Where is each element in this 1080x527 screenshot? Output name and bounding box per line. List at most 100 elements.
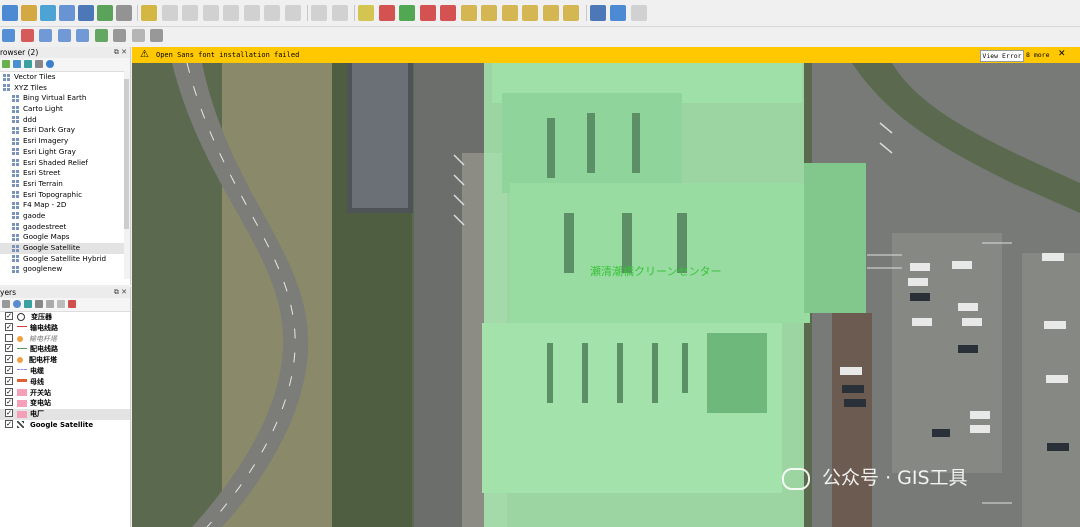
layer-item[interactable]: ✓ 配电杆塔 (0, 355, 130, 366)
layer-item[interactable]: 输电杆塔 (0, 333, 130, 345)
toolbar-tool-icon[interactable] (399, 5, 415, 21)
toolbar-tool-icon[interactable] (243, 5, 260, 21)
expression-icon[interactable] (35, 300, 43, 308)
toolbar-tool-icon[interactable] (97, 5, 113, 21)
layer-item[interactable]: ✓ 输电线路 (0, 322, 130, 334)
toolbar-tool-icon[interactable] (94, 29, 108, 42)
toolbar-tool-icon[interactable] (113, 29, 126, 42)
toolbar-tool-icon[interactable] (78, 5, 94, 21)
browser-item[interactable]: F4 Map - 2D (0, 200, 130, 211)
toolbar-tool-icon[interactable] (57, 29, 71, 42)
collapse-icon[interactable] (57, 300, 65, 308)
toolbar-tool-icon[interactable] (2, 5, 18, 21)
toolbar-tool-icon[interactable] (331, 5, 348, 21)
layer-visibility-checkbox[interactable]: ✓ (5, 419, 13, 428)
browser-item[interactable]: ddd (0, 115, 130, 126)
toolbar-tool-icon[interactable] (76, 29, 89, 42)
browser-item[interactable]: gaode (0, 211, 130, 222)
toolbar-tool-icon[interactable] (131, 29, 145, 42)
layer-item[interactable]: ✓ 电厂 (0, 409, 130, 420)
remove-layer-icon[interactable] (68, 300, 76, 308)
filter-icon[interactable] (24, 60, 32, 68)
browser-item[interactable]: Vector Tiles (0, 72, 130, 83)
toolbar-tool-icon[interactable] (40, 5, 56, 21)
add-icon[interactable] (2, 60, 10, 68)
toolbar-tool-icon[interactable] (284, 5, 301, 21)
browser-item[interactable]: Esri Terrain (0, 179, 130, 190)
eye-icon[interactable] (13, 300, 21, 308)
browser-item[interactable]: Esri Imagery (0, 136, 130, 147)
toolbar-tool-icon[interactable] (20, 29, 34, 42)
browser-item[interactable]: Google Satellite Hybrid (0, 254, 130, 265)
browser-item[interactable]: Bing Virtual Earth (0, 93, 130, 104)
toolbar-tool-icon[interactable] (116, 5, 132, 21)
toolbar-tool-icon[interactable] (630, 5, 647, 21)
toolbar-tool-icon[interactable] (141, 5, 157, 21)
layer-visibility-checkbox[interactable]: ✓ (5, 398, 13, 407)
toolbar-tool-icon[interactable] (563, 5, 579, 21)
toolbar-tool-icon[interactable] (150, 29, 163, 42)
browser-item[interactable]: Esri Dark Gray (0, 125, 130, 136)
collapse-icon[interactable] (35, 60, 43, 68)
layer-visibility-checkbox[interactable]: ✓ (5, 322, 13, 331)
browser-item[interactable]: XYZ Tiles (0, 83, 130, 94)
browser-item[interactable]: Esri Street (0, 168, 130, 179)
browser-item[interactable]: googlenew (0, 264, 130, 275)
browser-item[interactable]: Esri Topographic (0, 190, 130, 201)
expand-icon[interactable] (46, 300, 54, 308)
layer-visibility-checkbox[interactable]: ✓ (5, 365, 13, 374)
toolbar-tool-icon[interactable] (419, 5, 436, 21)
close-icon[interactable]: ✕ (1058, 49, 1066, 59)
toolbar-tool-icon[interactable] (501, 5, 518, 21)
toolbar-tool-icon[interactable] (440, 5, 456, 21)
panel-close-icon[interactable]: ⧉ ✕ (114, 287, 127, 298)
toolbar-tool-icon[interactable] (21, 5, 37, 21)
toolbar-tool-icon[interactable] (542, 5, 559, 21)
browser-item[interactable]: Esri Shaded Relief (0, 158, 130, 169)
layer-item[interactable]: ✓ 电缆 (0, 365, 130, 377)
layer-item[interactable]: ✓ Google Satellite (0, 419, 130, 431)
more-messages-label[interactable]: 8 more (1026, 51, 1049, 59)
toolbar-tool-icon[interactable] (161, 5, 178, 21)
layer-item[interactable]: ✓ 变电站 (0, 398, 130, 409)
layer-item[interactable]: ✓ 母线 (0, 376, 130, 388)
layer-visibility-checkbox[interactable]: ✓ (5, 355, 13, 364)
info-icon[interactable] (46, 60, 54, 68)
toolbar-tool-icon[interactable] (522, 5, 538, 21)
panel-close-icon[interactable]: ⧉ ✕ (114, 47, 127, 58)
browser-item[interactable]: Google Maps (0, 232, 130, 243)
toolbar-tool-icon[interactable] (39, 29, 52, 42)
filter-icon[interactable] (24, 300, 32, 308)
layer-visibility-checkbox[interactable]: ✓ (5, 409, 13, 418)
toolbar-tool-icon[interactable] (358, 5, 374, 21)
toolbar-tool-icon[interactable] (610, 5, 626, 21)
toolbar-tool-icon[interactable] (378, 5, 395, 21)
browser-item[interactable]: Google Satellite (0, 243, 130, 254)
layer-visibility-checkbox[interactable]: ✓ (5, 387, 13, 396)
toolbar-tool-icon[interactable] (59, 5, 75, 21)
toolbar-tool-icon[interactable] (311, 5, 327, 21)
toolbar-tool-icon[interactable] (182, 5, 198, 21)
toolbar-tool-icon[interactable] (589, 5, 606, 21)
browser-item[interactable]: gaodestreet (0, 222, 130, 233)
layer-item[interactable]: ✓ 开关站 (0, 387, 130, 399)
toolbar-tool-icon[interactable] (2, 29, 15, 42)
layer-visibility-checkbox[interactable] (5, 333, 13, 342)
toolbar-tool-icon[interactable] (223, 5, 239, 21)
toolbar-tool-icon[interactable] (460, 5, 477, 21)
browser-item[interactable]: Carto Light (0, 104, 130, 115)
browser-item[interactable]: Esri Light Gray (0, 147, 130, 158)
style-icon[interactable] (2, 300, 10, 308)
refresh-icon[interactable] (13, 60, 21, 68)
layer-item[interactable]: ✓ 配电线路 (0, 344, 130, 355)
toolbar-tool-icon[interactable] (481, 5, 497, 21)
browser-scrollbar[interactable] (124, 71, 130, 279)
layer-visibility-checkbox[interactable]: ✓ (5, 344, 13, 353)
layer-visibility-checkbox[interactable]: ✓ (5, 376, 13, 385)
view-error-button[interactable]: View Error (980, 50, 1024, 62)
toolbar-tool-icon[interactable] (202, 5, 219, 21)
layer-item[interactable]: ✓ 变压器 (0, 312, 130, 323)
layer-visibility-checkbox[interactable]: ✓ (5, 312, 13, 320)
toolbar-tool-icon[interactable] (264, 5, 280, 21)
map-canvas[interactable]: 瀬清潮橋クリーンセンター 公众号 · GIS工具 (132, 63, 1080, 527)
